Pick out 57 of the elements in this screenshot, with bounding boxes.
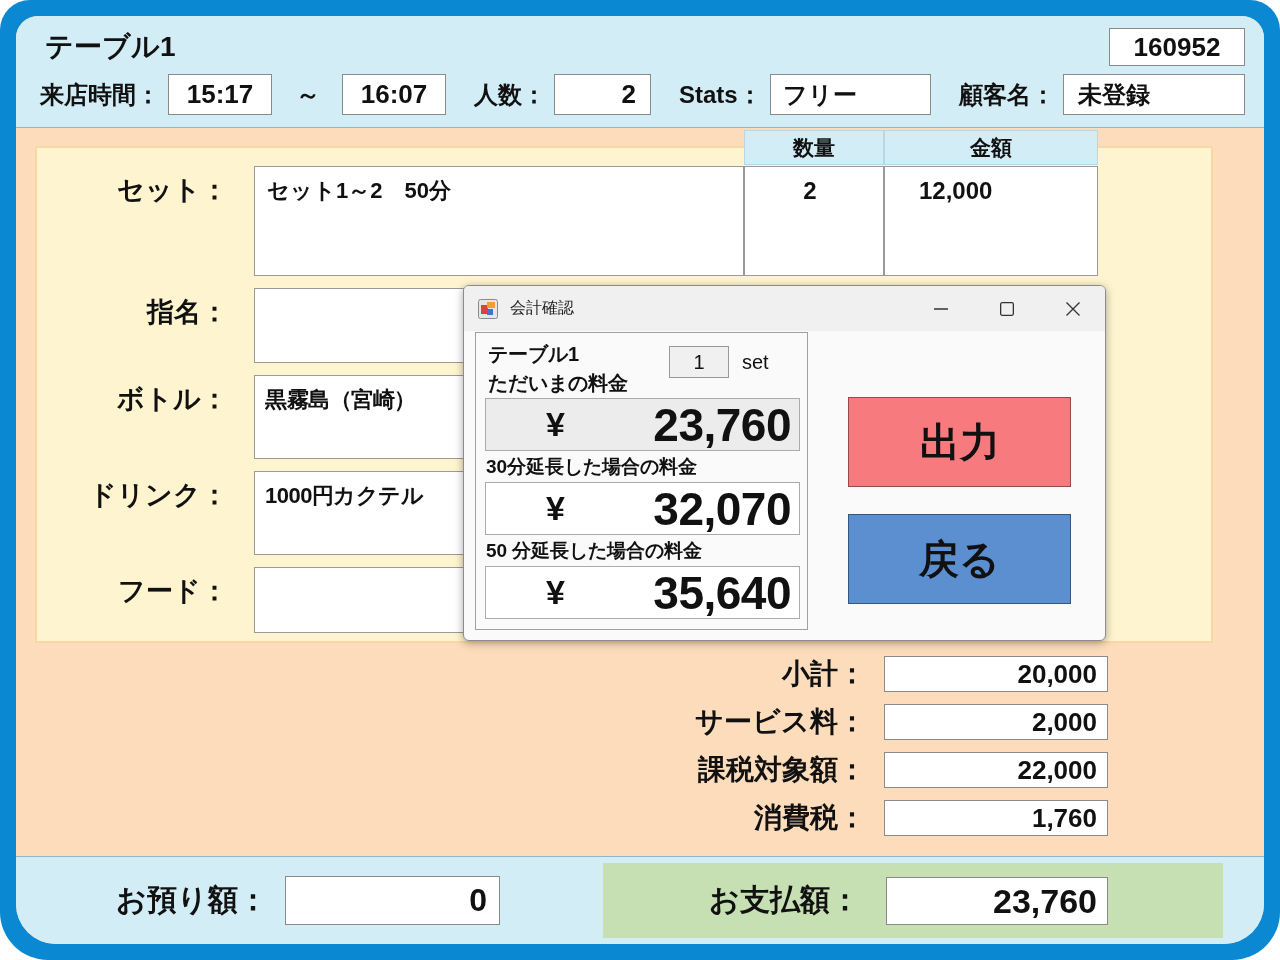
summary-label: サービス料：	[695, 705, 866, 739]
currency-sign: ¥	[546, 489, 565, 528]
field-label: Stats：	[679, 79, 762, 110]
item-field[interactable]: セット1～2 50分	[254, 166, 744, 276]
field-label: ボトル：	[116, 383, 229, 416]
close-icon[interactable]	[1066, 301, 1080, 316]
currency-sign: ¥	[546, 405, 565, 444]
field-label: ドリンク：	[88, 479, 229, 512]
price-label: 50 分延長した場合の料金	[485, 539, 703, 563]
price-label: ただいまの料金	[488, 371, 628, 396]
price-amount: 23,760	[653, 397, 792, 452]
customer-field[interactable]: 未登録	[1062, 74, 1245, 115]
summary-label: 課税対象額：	[698, 753, 866, 787]
status-field[interactable]: フリー	[769, 74, 931, 115]
field-label: 指名：	[145, 296, 229, 329]
item-field[interactable]	[254, 567, 464, 633]
field-label: フード：	[117, 575, 229, 608]
price-amount: 32,070	[653, 481, 792, 536]
price-label: 30分延長した場合の料金	[485, 455, 698, 479]
app-icon	[478, 298, 498, 319]
summary-field[interactable]: 22,000	[884, 752, 1108, 788]
set-count-field[interactable]: 1	[669, 346, 729, 378]
set-unit-label: set	[742, 350, 769, 374]
payment-label: お支払額：	[708, 882, 860, 918]
table-name: テーブル1	[488, 342, 580, 367]
summary-label: 消費税：	[754, 801, 866, 835]
time-field[interactable]: 16:07	[342, 74, 446, 115]
item-field[interactable]: 黒霧島（宮崎）	[254, 375, 464, 459]
summary-field[interactable]: 2,000	[884, 704, 1108, 740]
deposit-field[interactable]: 0	[285, 876, 500, 925]
column-header: 金額	[884, 130, 1098, 165]
maximize-icon[interactable]	[1000, 301, 1014, 316]
table-title: テーブル1	[45, 30, 176, 64]
item-field[interactable]: 1000円カクテル	[254, 471, 464, 555]
summary-field[interactable]: 20,000	[884, 656, 1108, 692]
field-label: セット：	[116, 174, 229, 207]
field-label: 来店時間：	[40, 79, 160, 110]
back-button[interactable]: 戻る	[848, 514, 1071, 604]
currency-sign: ¥	[546, 573, 565, 612]
amount-field[interactable]: 12,000	[884, 166, 1098, 276]
guests-field[interactable]: 2	[554, 74, 651, 115]
summary-label: 小計：	[782, 657, 866, 691]
item-field[interactable]	[254, 288, 464, 363]
range-separator: ～	[296, 79, 320, 110]
field-label: 顧客名：	[958, 79, 1055, 110]
column-header: 数量	[744, 130, 884, 165]
deposit-label: お預り額：	[115, 882, 268, 918]
minimize-icon[interactable]	[934, 307, 948, 310]
payment-field[interactable]: 23,760	[886, 876, 1108, 925]
summary-field[interactable]: 1,760	[884, 800, 1108, 836]
output-button[interactable]: 出力	[848, 397, 1071, 487]
number-field[interactable]: 160952	[1109, 28, 1245, 66]
quantity-field[interactable]: 2	[744, 166, 884, 276]
field-label: 人数：	[474, 79, 546, 110]
price-amount: 35,640	[653, 565, 792, 620]
time-field[interactable]: 15:17	[168, 74, 272, 115]
dialog-title: 会計確認	[510, 298, 574, 318]
